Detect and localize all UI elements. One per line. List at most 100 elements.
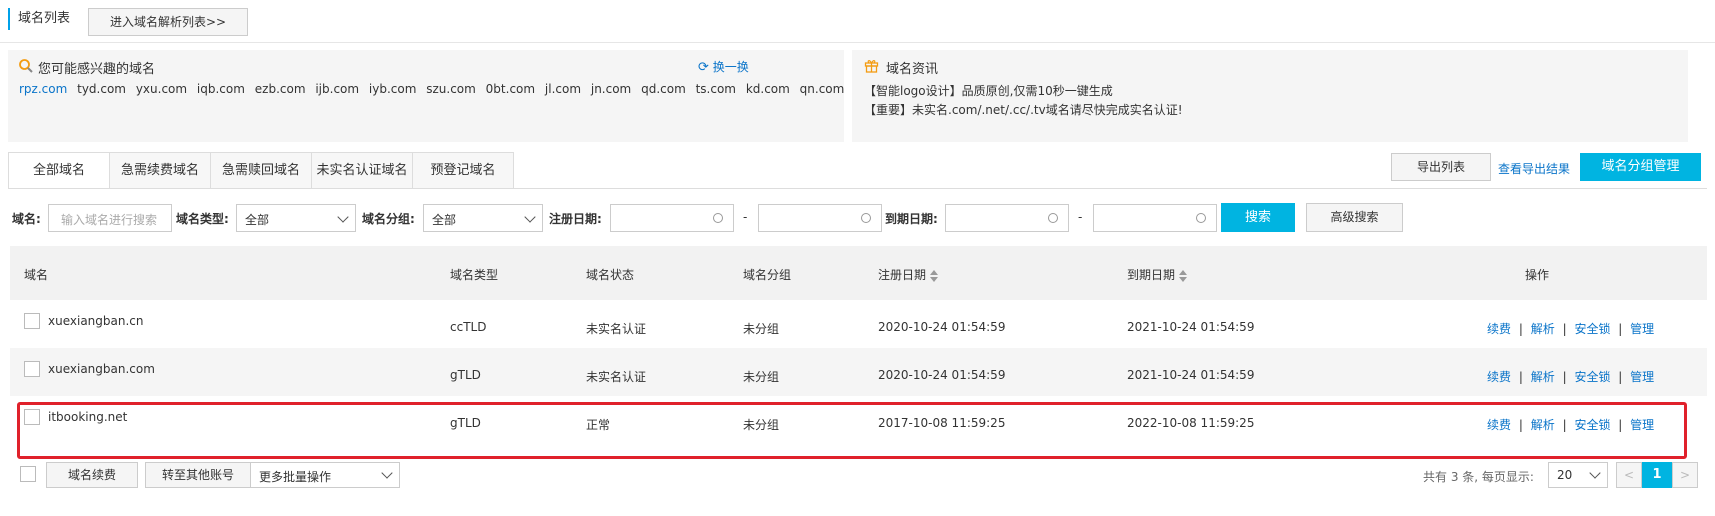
exp-date-end[interactable] — [1093, 204, 1217, 232]
manage-link[interactable]: 管理 — [1630, 322, 1654, 336]
news-item[interactable]: 【重要】未实名.com/.net/.cc/.tv域名请尽快完成实名认证! — [864, 101, 1183, 118]
suggest-domain[interactable]: ijb.com — [315, 82, 359, 96]
search-button[interactable]: 搜索 — [1221, 203, 1295, 232]
domain-type: ccTLD — [450, 320, 487, 334]
page-size-select[interactable]: 20 — [1548, 462, 1608, 488]
reg-date-end[interactable] — [758, 204, 882, 232]
col-reg-date[interactable]: 注册日期 — [878, 266, 939, 283]
domain-search-placeholder: 输入域名进行搜索 — [61, 213, 158, 227]
refresh-button[interactable]: ⟳ 换一换 — [698, 58, 749, 75]
domain-group: 未分组 — [743, 322, 780, 336]
exp-date-start[interactable] — [945, 204, 1069, 232]
suggest-domain[interactable]: szu.com — [426, 82, 476, 96]
current-page[interactable]: 1 — [1642, 462, 1672, 488]
suggest-domain[interactable]: iyb.com — [369, 82, 417, 96]
prev-page-button[interactable]: < — [1616, 462, 1642, 488]
domain-filter-label: 域名: — [12, 212, 41, 226]
suggest-domain[interactable]: jl.com — [545, 82, 581, 96]
col-status: 域名状态 — [586, 268, 635, 282]
transfer-button[interactable]: 转至其他账号 — [145, 462, 251, 488]
refresh-label: 换一换 — [712, 60, 749, 74]
gift-icon — [864, 58, 879, 76]
export-result-link[interactable]: 查看导出结果 — [1498, 160, 1570, 177]
reg-date: 2020-10-24 01:54:59 — [878, 368, 1006, 382]
lock-link[interactable]: 安全锁 — [1574, 322, 1610, 336]
resolve-link[interactable]: 解析 — [1531, 370, 1555, 384]
renew-link[interactable]: 续费 — [1487, 322, 1511, 336]
chevron-down-icon — [337, 211, 349, 223]
col-ops: 操作 — [1525, 268, 1550, 282]
col-reg-date-label: 注册日期 — [878, 268, 927, 282]
divider — [0, 42, 1715, 43]
tab-preregistered[interactable]: 预登记域名 — [412, 152, 514, 189]
reg-date-label: 注册日期: — [549, 212, 602, 226]
select-all-checkbox[interactable] — [20, 466, 36, 482]
row-checkbox[interactable] — [24, 361, 40, 377]
exp-date: 2021-10-24 01:54:59 — [1127, 320, 1255, 334]
col-exp-date-label: 到期日期 — [1127, 268, 1176, 282]
type-select-value: 全部 — [245, 213, 270, 227]
col-exp-date[interactable]: 到期日期 — [1127, 266, 1188, 283]
type-select[interactable]: 全部 — [236, 204, 356, 232]
clock-icon — [1048, 213, 1058, 223]
chevron-down-icon — [524, 211, 536, 223]
batch-ops-select[interactable]: 更多批量操作 — [250, 462, 400, 488]
page-size-value: 20 — [1557, 468, 1573, 482]
refresh-icon: ⟳ — [698, 60, 709, 75]
domain-link[interactable]: xuexiangban.com — [48, 362, 155, 376]
batch-ops-value: 更多批量操作 — [259, 470, 332, 484]
suggest-domain[interactable]: tyd.com — [77, 82, 126, 96]
lock-link[interactable]: 安全锁 — [1574, 370, 1610, 384]
next-page-button[interactable]: > — [1672, 462, 1698, 488]
suggest-domain[interactable]: qn.com — [800, 82, 845, 96]
status-link[interactable]: 未实名认证 — [586, 368, 646, 385]
highlight-box — [17, 402, 1687, 459]
exp-date-label: 到期日期: — [885, 212, 938, 226]
type-filter-label: 域名类型: — [176, 212, 229, 226]
date-dash: - — [1078, 210, 1083, 224]
sort-icon — [930, 269, 939, 282]
renew-link[interactable]: 续费 — [1487, 370, 1511, 384]
advanced-search-button[interactable]: 高级搜索 — [1306, 203, 1403, 232]
col-type: 域名类型 — [450, 268, 499, 282]
export-button[interactable]: 导出列表 — [1391, 153, 1491, 181]
domain-search-input[interactable]: 输入域名进行搜索 — [48, 204, 172, 232]
ops-separator: | — [1618, 370, 1623, 384]
tab-all[interactable]: 全部域名 — [8, 152, 110, 189]
domain-link[interactable]: xuexiangban.cn — [48, 314, 143, 328]
total-text: 共有 3 条, 每页显示: — [1423, 470, 1534, 484]
suggest-domain[interactable]: qd.com — [641, 82, 686, 96]
ops-separator: | — [1518, 322, 1523, 336]
clock-icon — [861, 213, 871, 223]
news-item[interactable]: 【智能logo设计】品质原创,仅需10秒一键生成 — [864, 82, 1113, 99]
tab-renew[interactable]: 急需续费域名 — [109, 152, 211, 189]
suggest-domain[interactable]: yxu.com — [136, 82, 187, 96]
col-domain: 域名 — [24, 268, 49, 282]
goto-dns-list-button[interactable]: 进入域名解析列表>> — [88, 8, 248, 36]
row-checkbox[interactable] — [24, 313, 40, 329]
group-filter-label: 域名分组: — [362, 212, 415, 226]
chevron-down-icon — [1589, 467, 1601, 479]
suggest-domain[interactable]: jn.com — [591, 82, 631, 96]
group-manage-button[interactable]: 域名分组管理 — [1580, 153, 1701, 181]
suggest-domain[interactable]: kd.com — [746, 82, 790, 96]
suggest-domain[interactable]: 0bt.com — [486, 82, 535, 96]
tab-unverified[interactable]: 未实名认证域名 — [311, 152, 413, 189]
reg-date-start[interactable] — [610, 204, 734, 232]
domain-suggestions: rpz.com tyd.com yxu.com iqb.com ezb.com … — [19, 82, 844, 96]
status-link[interactable]: 未实名认证 — [586, 320, 646, 337]
group-select[interactable]: 全部 — [423, 204, 543, 232]
manage-link[interactable]: 管理 — [1630, 370, 1654, 384]
suggest-domain[interactable]: ts.com — [696, 82, 736, 96]
tab-redeem[interactable]: 急需赎回域名 — [210, 152, 312, 189]
suggest-domain[interactable]: rpz.com — [19, 82, 67, 96]
batch-renew-button[interactable]: 域名续费 — [46, 462, 138, 488]
resolve-link[interactable]: 解析 — [1531, 322, 1555, 336]
suggest-domain[interactable]: iqb.com — [197, 82, 245, 96]
suggest-domain[interactable]: ezb.com — [255, 82, 306, 96]
exp-date: 2021-10-24 01:54:59 — [1127, 368, 1255, 382]
search-icon — [18, 58, 34, 77]
reg-date: 2020-10-24 01:54:59 — [878, 320, 1006, 334]
sort-icon — [1179, 269, 1188, 282]
news-panel: 域名资讯 【智能logo设计】品质原创,仅需10秒一键生成 【重要】未实名.co… — [852, 50, 1688, 142]
